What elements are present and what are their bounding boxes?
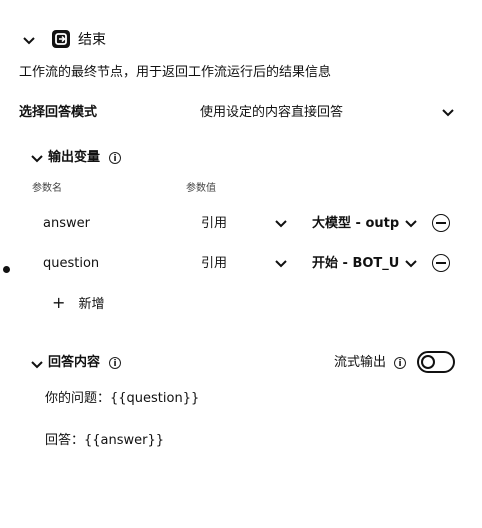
answer-mode-chevron-icon[interactable] <box>441 108 455 118</box>
answer-mode-select[interactable]: 使用设定的内容直接回答 <box>200 104 343 121</box>
answer-mode-label: 选择回答模式 <box>19 105 98 120</box>
collapse-chevron-icon[interactable] <box>22 36 36 46</box>
param-name-input[interactable]: question <box>43 255 99 272</box>
add-variable-label: 新增 <box>78 297 105 312</box>
answer-template-line[interactable]: 你的问题：{{question}} <box>45 390 199 407</box>
value-chevron-icon[interactable] <box>404 259 418 269</box>
plus-icon: + <box>52 293 66 312</box>
remove-row-icon[interactable] <box>432 254 450 272</box>
info-icon[interactable]: i <box>394 357 406 369</box>
param-name-input[interactable]: answer <box>43 215 90 232</box>
col-header-value: 参数值 <box>186 183 216 194</box>
answer-content-chevron-icon[interactable] <box>30 360 44 370</box>
end-node-icon <box>52 30 70 48</box>
param-value-select[interactable]: 大模型 - outp <box>312 215 399 232</box>
stream-output-label: 流式输出 <box>334 355 387 370</box>
node-title: 结束 <box>78 32 106 48</box>
remove-row-icon[interactable] <box>432 214 450 232</box>
value-chevron-icon[interactable] <box>404 219 418 229</box>
type-chevron-icon[interactable] <box>274 259 288 269</box>
output-vars-chevron-icon[interactable] <box>30 154 44 164</box>
answer-template-line[interactable]: 回答：{{answer}} <box>45 432 164 449</box>
param-type-select[interactable]: 引用 <box>201 255 227 272</box>
param-type-select[interactable]: 引用 <box>201 215 227 232</box>
toggle-knob <box>421 355 435 369</box>
type-chevron-icon[interactable] <box>274 219 288 229</box>
col-header-name: 参数名 <box>32 183 62 194</box>
info-icon[interactable]: i <box>109 152 121 164</box>
output-vars-title: 输出变量 <box>48 150 101 165</box>
connection-dot[interactable] <box>3 266 10 273</box>
add-variable-button[interactable]: + 新增 <box>52 293 105 313</box>
answer-content-title: 回答内容 <box>48 355 101 370</box>
stream-output-toggle[interactable] <box>417 351 455 373</box>
param-value-select[interactable]: 开始 - BOT_U <box>312 255 399 272</box>
node-description: 工作流的最终节点，用于返回工作流运行后的结果信息 <box>19 65 332 80</box>
info-icon[interactable]: i <box>109 357 121 369</box>
